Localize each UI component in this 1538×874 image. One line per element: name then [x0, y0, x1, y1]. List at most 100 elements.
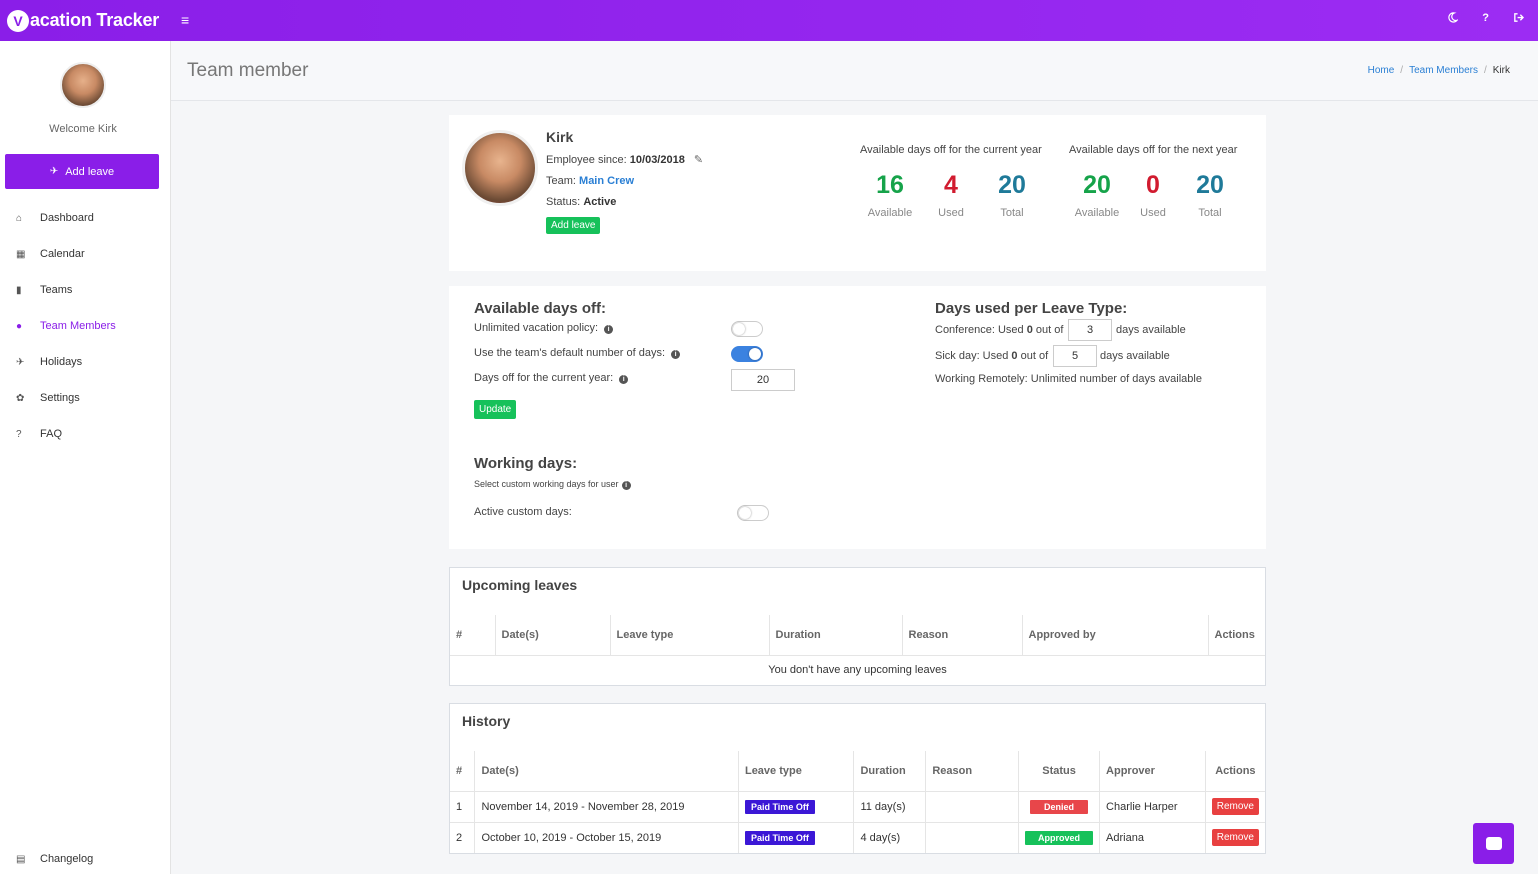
row-leave-type: Paid Time Off: [738, 790, 855, 822]
days-off-card: Available days off: Unlimited vacation p…: [449, 286, 1266, 549]
team-link[interactable]: Main Crew: [579, 175, 634, 187]
col-header: #: [450, 751, 476, 792]
sidebar-nav: ⌂ Dashboard ▦ Calendar ▮ Teams ● Team Me…: [0, 200, 170, 452]
sidebar-item-faq[interactable]: ? FAQ: [0, 416, 170, 452]
leave-type-badge: Paid Time Off: [744, 799, 815, 814]
sidebar-item-teams[interactable]: ▮ Teams: [0, 272, 170, 308]
sidebar-item-calendar[interactable]: ▦ Calendar: [0, 236, 170, 272]
question-icon: ?: [16, 428, 22, 440]
col-header: Duration: [769, 615, 903, 656]
conference-row: Conference: Used 0 out of: [935, 324, 1064, 336]
top-navbar: V acation Tracker ≡ ?: [0, 0, 1538, 41]
moon-icon[interactable]: [1447, 12, 1460, 26]
sidebar-item-label: Settings: [40, 392, 80, 404]
table-row: 2 October 10, 2019 - October 15, 2019 Pa…: [450, 821, 1265, 853]
history-title: History: [462, 713, 511, 729]
logout-icon[interactable]: [1513, 12, 1525, 26]
profile-card: Kirk Employee since: 10/03/2018 ✎ Team: …: [449, 115, 1266, 271]
working-days-subtitle: Select custom working days for user i: [474, 479, 631, 490]
row-actions: Remove: [1205, 790, 1265, 822]
edit-icon[interactable]: ✎: [694, 154, 703, 166]
sick-days-input[interactable]: 5: [1053, 345, 1097, 367]
unlimited-policy-toggle[interactable]: [731, 321, 763, 337]
row-approver: Charlie Harper: [1099, 790, 1206, 822]
custom-days-toggle[interactable]: [737, 505, 769, 521]
chat-button[interactable]: [1473, 823, 1514, 864]
row-status: Denied: [1018, 790, 1101, 822]
users-icon: ●: [16, 320, 23, 332]
sick-suffix: days available: [1100, 350, 1170, 362]
used-label: Used: [938, 207, 964, 219]
document-icon: ▤: [16, 853, 26, 865]
info-icon[interactable]: i: [619, 375, 629, 384]
col-header: Date(s): [495, 615, 611, 656]
chat-icon: [1485, 837, 1502, 850]
current-year-days-input[interactable]: 20: [731, 369, 795, 391]
info-icon[interactable]: i: [671, 350, 681, 359]
plane-icon: ✈: [16, 356, 25, 368]
col-header: Status: [1018, 751, 1101, 792]
help-icon[interactable]: ?: [1482, 12, 1489, 26]
current-used-count: 4: [944, 171, 958, 199]
status-value: Active: [583, 196, 617, 208]
row-duration: 11 day(s): [853, 790, 927, 822]
default-days-toggle[interactable]: [731, 346, 763, 362]
total-label: Total: [1000, 207, 1024, 219]
col-header: Reason: [902, 615, 1023, 656]
unlimited-policy-label: Unlimited vacation policy: i: [474, 322, 614, 334]
remove-button[interactable]: Remove: [1211, 798, 1259, 815]
next-used-count: 0: [1146, 171, 1160, 199]
page-header: Team member Home / Team Members / Kirk: [171, 41, 1538, 101]
employee-team: Team: Main Crew: [546, 175, 635, 187]
employee-name: Kirk: [546, 129, 574, 145]
sidebar-item-team-members[interactable]: ● Team Members: [0, 308, 170, 344]
row-duration: 4 day(s): [853, 821, 927, 853]
sidebar-item-label: Team Members: [40, 320, 116, 332]
add-leave-button[interactable]: ✈ Add leave: [5, 154, 159, 189]
app-title: acation Tracker: [30, 10, 160, 30]
col-header: Approver: [1099, 751, 1206, 792]
sidebar-item-holidays[interactable]: ✈ Holidays: [0, 344, 170, 380]
history-card: History # Date(s) Leave type Duration Re…: [449, 703, 1266, 854]
custom-days-label: Active custom days:: [474, 506, 572, 518]
conference-days-input[interactable]: 3: [1068, 319, 1112, 341]
current-year-heading: Available days off for the current year: [860, 144, 1042, 156]
calendar-icon: ▦: [16, 248, 26, 260]
next-total-count: 20: [1196, 171, 1224, 199]
next-available-count: 20: [1083, 171, 1111, 199]
breadcrumb-current: Kirk: [1492, 65, 1510, 76]
sidebar-item-changelog[interactable]: ▤ Changelog: [0, 841, 170, 874]
update-button[interactable]: Update: [474, 400, 517, 419]
upcoming-title: Upcoming leaves: [462, 577, 578, 593]
employee-since: Employee since: 10/03/2018 ✎: [546, 154, 704, 166]
available-label: Available: [867, 207, 913, 219]
col-header: Leave type: [738, 751, 855, 792]
employee-since-date: 10/03/2018: [629, 154, 685, 166]
empty-message: You don't have any upcoming leaves: [450, 654, 1265, 685]
breadcrumb: Home / Team Members / Kirk: [1367, 65, 1510, 76]
col-header: Actions: [1205, 751, 1265, 792]
info-icon[interactable]: i: [604, 325, 614, 334]
employee-status: Status: Active: [546, 196, 617, 208]
col-header: Date(s): [474, 751, 739, 792]
info-icon[interactable]: i: [621, 481, 631, 490]
col-header: Leave type: [610, 615, 770, 656]
sidebar-item-label: FAQ: [40, 428, 63, 440]
menu-toggle-icon[interactable]: ≡: [181, 12, 189, 28]
total-label: Total: [1198, 207, 1222, 219]
sidebar-item-label: Changelog: [40, 853, 94, 865]
sidebar-item-settings[interactable]: ✿ Settings: [0, 380, 170, 416]
breadcrumb-team-members[interactable]: Team Members: [1409, 65, 1478, 76]
welcome-text: Welcome Kirk: [49, 123, 117, 135]
upcoming-leaves-card: Upcoming leaves # Date(s) Leave type Dur…: [449, 567, 1266, 686]
avatar: [60, 62, 106, 108]
sidebar-item-dashboard[interactable]: ⌂ Dashboard: [0, 200, 170, 236]
profile-add-leave-button[interactable]: Add leave: [546, 217, 601, 234]
row-status: Approved: [1018, 821, 1101, 853]
app-logo[interactable]: V acation Tracker: [7, 9, 160, 32]
current-year-days-label: Days off for the current year: i: [474, 372, 629, 384]
remove-button[interactable]: Remove: [1211, 829, 1259, 847]
leave-type-badge: Paid Time Off: [744, 830, 815, 845]
breadcrumb-home[interactable]: Home: [1368, 65, 1395, 76]
current-total-count: 20: [998, 171, 1026, 199]
